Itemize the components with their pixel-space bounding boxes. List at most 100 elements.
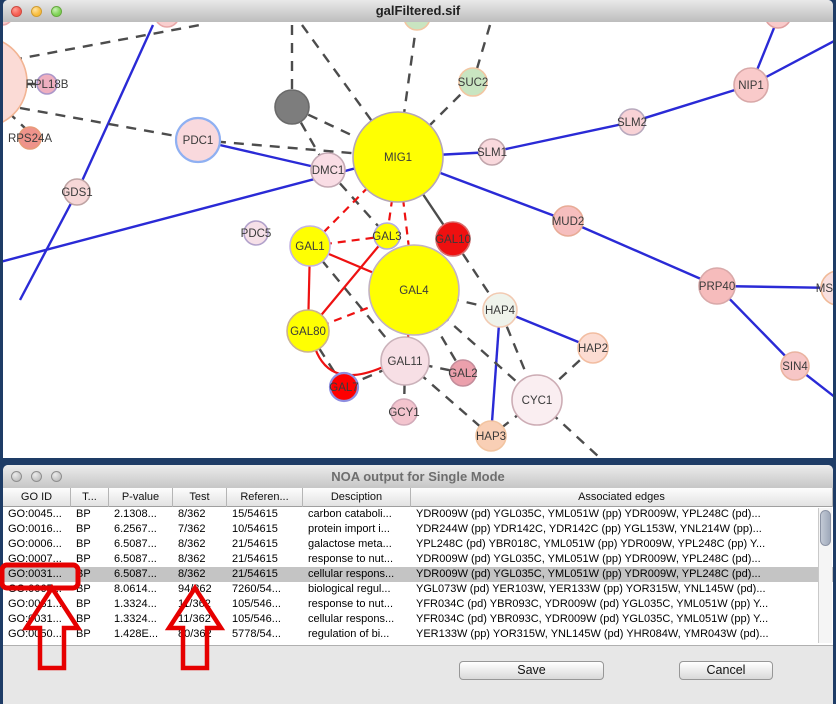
table-cell[interactable]: GO:0045... <box>3 507 71 522</box>
table-cell[interactable]: 8/362 <box>173 552 227 567</box>
table-cell[interactable]: 6.5087... <box>109 537 173 552</box>
network-edge[interactable] <box>77 25 153 192</box>
table-cell[interactable]: GO:0031... <box>3 567 71 582</box>
network-edge[interactable] <box>20 192 77 300</box>
table-cell[interactable]: 8/362 <box>173 537 227 552</box>
table-cell[interactable]: 6.5087... <box>109 567 173 582</box>
save-button[interactable]: Save <box>459 661 604 680</box>
table-cell[interactable]: 105/546... <box>227 597 303 612</box>
table-cell[interactable]: 11/362 <box>173 597 227 612</box>
table-cell[interactable]: GO:0007... <box>3 552 71 567</box>
table-cell[interactable]: GO:0031... <box>3 612 71 627</box>
network-canvas[interactable]: RPL18BRPS24AGDS1PDC1DMC1MIG1SUC2SLM1SLM2… <box>3 22 833 458</box>
table-cell[interactable]: 8.0614... <box>109 582 173 597</box>
table-cell[interactable]: GO:0065... <box>3 582 71 597</box>
network-node[interactable] <box>3 22 13 25</box>
network-node[interactable] <box>275 90 309 124</box>
table-cell[interactable]: biological regul... <box>303 582 411 597</box>
table-cell[interactable]: 8/362 <box>173 567 227 582</box>
table-cell[interactable]: YDR244W (pp) YDR142C, YDR142C (pp) YGL15… <box>411 522 833 537</box>
table-cell[interactable]: regulation of bi... <box>303 627 411 642</box>
table-cell[interactable]: YDR009W (pd) YGL035C, YML051W (pp) YDR00… <box>411 507 833 522</box>
table-cell[interactable]: 7/362 <box>173 522 227 537</box>
table-row[interactable]: GO:0065...BP8.0614...94/3627260/54...bio… <box>3 582 833 597</box>
table-cell[interactable]: YFR034C (pd) YBR093C, YDR009W (pd) YGL03… <box>411 612 833 627</box>
column-header-desciption[interactable]: Desciption <box>303 488 411 507</box>
table-cell[interactable]: cellular respons... <box>303 612 411 627</box>
network-node[interactable] <box>3 37 27 127</box>
table-cell[interactable]: 11/362 <box>173 612 227 627</box>
table-cell[interactable]: YFR034C (pd) YBR093C, YDR009W (pd) YGL03… <box>411 597 833 612</box>
table-cell[interactable]: 21/54615 <box>227 552 303 567</box>
table-cell[interactable]: YGL073W (pd) YER103W, YER133W (pp) YOR31… <box>411 582 833 597</box>
table-cell[interactable]: BP <box>71 537 109 552</box>
table-cell[interactable]: BP <box>71 522 109 537</box>
network-edge[interactable] <box>568 221 717 286</box>
network-edge[interactable] <box>315 348 383 375</box>
column-header-test[interactable]: Test <box>173 488 227 507</box>
table-row[interactable]: GO:0016...BP6.2567...7/36210/54615protei… <box>3 522 833 537</box>
table-cell[interactable]: response to nut... <box>303 597 411 612</box>
column-header-associated-edges[interactable]: Associated edges <box>411 488 833 507</box>
column-header-t[interactable]: T... <box>71 488 109 507</box>
table-cell[interactable]: YDR009W (pd) YGL035C, YML051W (pp) YDR00… <box>411 567 833 582</box>
network-edge[interactable] <box>491 310 500 436</box>
vertical-scrollbar[interactable] <box>818 508 832 643</box>
cancel-button[interactable]: Cancel <box>679 661 773 680</box>
table-cell[interactable]: 1.3324... <box>109 597 173 612</box>
table-row[interactable]: GO:0031...BP1.3324...11/362105/546...cel… <box>3 612 833 627</box>
table-cell[interactable]: BP <box>71 567 109 582</box>
column-header-referen[interactable]: Referen... <box>227 488 303 507</box>
table-cell[interactable]: BP <box>71 552 109 567</box>
table-row[interactable]: GO:0031...BP1.3324...11/362105/546...res… <box>3 597 833 612</box>
network-edge[interactable] <box>632 85 751 122</box>
table-cell[interactable]: 21/54615 <box>227 537 303 552</box>
table-cell[interactable]: 5778/54... <box>227 627 303 642</box>
table-cell[interactable]: 6.2567... <box>109 522 173 537</box>
table-cell[interactable]: 1.428E... <box>109 627 173 642</box>
table-cell[interactable]: 2.1308... <box>109 507 173 522</box>
table-cell[interactable]: 21/54615 <box>227 567 303 582</box>
network-edge[interactable] <box>492 122 632 152</box>
scrollbar-thumb[interactable] <box>820 510 831 546</box>
network-node[interactable] <box>404 22 430 30</box>
table-cell[interactable]: 10/54615 <box>227 522 303 537</box>
node-label: GAL80 <box>290 326 326 338</box>
table-row[interactable]: GO:0031...BP6.5087...8/36221/54615cellul… <box>3 567 833 582</box>
table-cell[interactable]: 1.3324... <box>109 612 173 627</box>
table-cell[interactable]: YPL248C (pd) YBR018C, YML051W (pp) YDR00… <box>411 537 833 552</box>
network-node[interactable] <box>155 22 179 27</box>
network-edge[interactable] <box>12 25 200 60</box>
table-cell[interactable]: GO:0006... <box>3 537 71 552</box>
table-cell[interactable]: carbon cataboli... <box>303 507 411 522</box>
table-cell[interactable]: response to nut... <box>303 552 411 567</box>
table-cell[interactable]: BP <box>71 612 109 627</box>
table-cell[interactable]: GO:0031... <box>3 597 71 612</box>
table-cell[interactable]: 6.5087... <box>109 552 173 567</box>
table-row[interactable]: GO:0045...BP2.1308...8/36215/54615carbon… <box>3 507 833 522</box>
column-header-go-id[interactable]: GO ID <box>3 488 71 507</box>
table-cell[interactable]: 8/362 <box>173 507 227 522</box>
table-cell[interactable]: 7260/54... <box>227 582 303 597</box>
table-cell[interactable]: BP <box>71 597 109 612</box>
table-cell[interactable]: 105/546... <box>227 612 303 627</box>
table-cell[interactable]: BP <box>71 627 109 642</box>
table-cell[interactable]: 94/362 <box>173 582 227 597</box>
table-row[interactable]: GO:0006...BP6.5087...8/36221/54615galact… <box>3 537 833 552</box>
table-cell[interactable]: YER133W (pp) YOR315W, YNL145W (pd) YHR08… <box>411 627 833 642</box>
table-cell[interactable]: GO:0050... <box>3 627 71 642</box>
network-node[interactable] <box>765 22 791 28</box>
table-cell[interactable]: galactose meta... <box>303 537 411 552</box>
table-cell[interactable]: GO:0016... <box>3 522 71 537</box>
table-cell[interactable]: cellular respons... <box>303 567 411 582</box>
table-cell[interactable]: BP <box>71 507 109 522</box>
table-cell[interactable]: protein import i... <box>303 522 411 537</box>
table-cell[interactable]: YDR009W (pd) YGL035C, YML051W (pp) YDR00… <box>411 552 833 567</box>
column-header-p-value[interactable]: P-value <box>109 488 173 507</box>
table-cell[interactable]: BP <box>71 582 109 597</box>
table-cell[interactable]: 15/54615 <box>227 507 303 522</box>
table-cell[interactable]: 80/362 <box>173 627 227 642</box>
node-label: HAP3 <box>476 431 506 443</box>
table-row[interactable]: GO:0050...BP1.428E...80/3625778/54...reg… <box>3 627 833 642</box>
table-row[interactable]: GO:0007...BP6.5087...8/36221/54615respon… <box>3 552 833 567</box>
